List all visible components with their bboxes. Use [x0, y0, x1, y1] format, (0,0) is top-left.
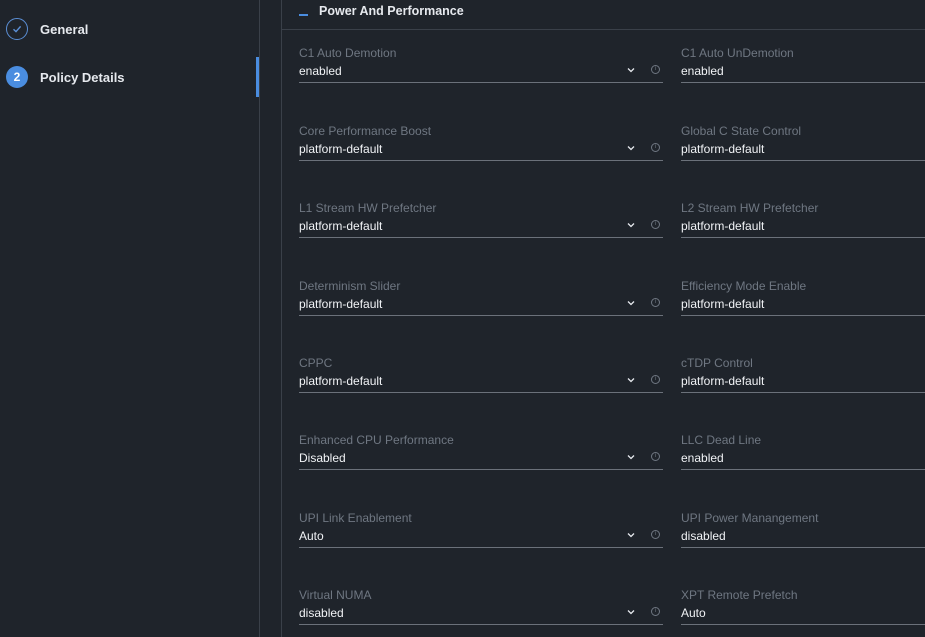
c1-auto-demotion-select[interactable]: enabled i	[299, 62, 663, 83]
chevron-down-icon	[627, 223, 635, 228]
info-icon[interactable]: i	[651, 298, 660, 307]
field-label: Efficiency Mode Enable	[681, 279, 807, 293]
ctdp-control-select[interactable]: platform-default	[681, 372, 925, 393]
step-policy-details[interactable]: 2 Policy Details	[6, 64, 125, 90]
chevron-down-icon	[627, 146, 635, 151]
info-icon[interactable]: i	[651, 452, 660, 461]
select-value: platform-default	[681, 142, 765, 156]
select-value: enabled	[681, 451, 724, 465]
info-icon[interactable]: i	[651, 530, 660, 539]
active-step-indicator	[256, 57, 259, 97]
l1-stream-hw-prefetcher-select[interactable]: platform-default i	[299, 217, 663, 238]
field-label: C1 Auto Demotion	[299, 46, 397, 60]
section-header-power-performance[interactable]: Power And Performance	[282, 0, 925, 30]
chevron-down-icon	[627, 610, 635, 615]
chevron-down-icon	[627, 455, 635, 460]
select-value: platform-default	[299, 297, 383, 311]
step-general[interactable]: General	[6, 16, 88, 42]
step-policy-details-label: Policy Details	[40, 69, 125, 85]
chevron-down-icon	[627, 533, 635, 538]
select-value: enabled	[299, 64, 342, 78]
step-general-label: General	[40, 21, 89, 37]
info-icon[interactable]: i	[651, 220, 660, 229]
determinism-slider-select[interactable]: platform-default i	[299, 295, 663, 316]
core-performance-boost-select[interactable]: platform-default i	[299, 140, 663, 161]
select-value: enabled	[681, 64, 724, 78]
llc-dead-line-select[interactable]: enabled	[681, 449, 925, 470]
select-value: platform-default	[681, 374, 765, 388]
field-label: Enhanced CPU Performance	[299, 433, 454, 447]
info-icon[interactable]: i	[651, 143, 660, 152]
efficiency-mode-enable-select[interactable]: platform-default	[681, 295, 925, 316]
policy-wizard: General 2 Policy Details Power And Perfo…	[0, 0, 925, 637]
section-title: Power And Performance	[319, 3, 464, 18]
field-label: C1 Auto UnDemotion	[681, 46, 794, 60]
field-label: LLC Dead Line	[681, 433, 762, 447]
global-c-state-control-select[interactable]: platform-default	[681, 140, 925, 161]
collapse-minus-icon[interactable]	[299, 14, 308, 16]
step-number-badge: 2	[6, 66, 28, 88]
field-label: XPT Remote Prefetch	[681, 588, 798, 602]
c1-auto-undemotion-select[interactable]: enabled	[681, 62, 925, 83]
chevron-down-icon	[627, 378, 635, 383]
chevron-down-icon	[627, 68, 635, 73]
field-label: cTDP Control	[681, 356, 753, 370]
select-value: platform-default	[299, 142, 383, 156]
xpt-remote-prefetch-select[interactable]: Auto	[681, 604, 925, 625]
select-value: disabled	[299, 606, 344, 620]
upi-power-management-select[interactable]: disabled	[681, 527, 925, 548]
field-label: Determinism Slider	[299, 279, 401, 293]
select-value: platform-default	[299, 219, 383, 233]
info-icon[interactable]: i	[651, 65, 660, 74]
field-label: L1 Stream HW Prefetcher	[299, 201, 437, 215]
check-icon	[6, 18, 28, 40]
field-label: L2 Stream HW Prefetcher	[681, 201, 819, 215]
upi-link-enablement-select[interactable]: Auto i	[299, 527, 663, 548]
field-label: UPI Power Manangement	[681, 511, 819, 525]
cppc-select[interactable]: platform-default i	[299, 372, 663, 393]
select-value: Auto	[681, 606, 706, 620]
field-label: Core Performance Boost	[299, 124, 432, 138]
l2-stream-hw-prefetcher-select[interactable]: platform-default	[681, 217, 925, 238]
field-label: Global C State Control	[681, 124, 802, 138]
select-value: disabled	[681, 529, 726, 543]
field-label: UPI Link Enablement	[299, 511, 412, 525]
policy-details-panel: Power And Performance C1 Auto Demotion e…	[282, 0, 925, 637]
select-value: Disabled	[299, 451, 346, 465]
content-gutter	[260, 0, 282, 637]
info-icon[interactable]: i	[651, 375, 660, 384]
chevron-down-icon	[627, 301, 635, 306]
wizard-steps-sidebar: General 2 Policy Details	[0, 0, 260, 637]
virtual-numa-select[interactable]: disabled i	[299, 604, 663, 625]
field-label: Virtual NUMA	[299, 588, 372, 602]
select-value: Auto	[299, 529, 324, 543]
field-label: CPPC	[299, 356, 333, 370]
enhanced-cpu-performance-select[interactable]: Disabled i	[299, 449, 663, 470]
select-value: platform-default	[681, 297, 765, 311]
info-icon[interactable]: i	[651, 607, 660, 616]
select-value: platform-default	[299, 374, 383, 388]
select-value: platform-default	[681, 219, 765, 233]
